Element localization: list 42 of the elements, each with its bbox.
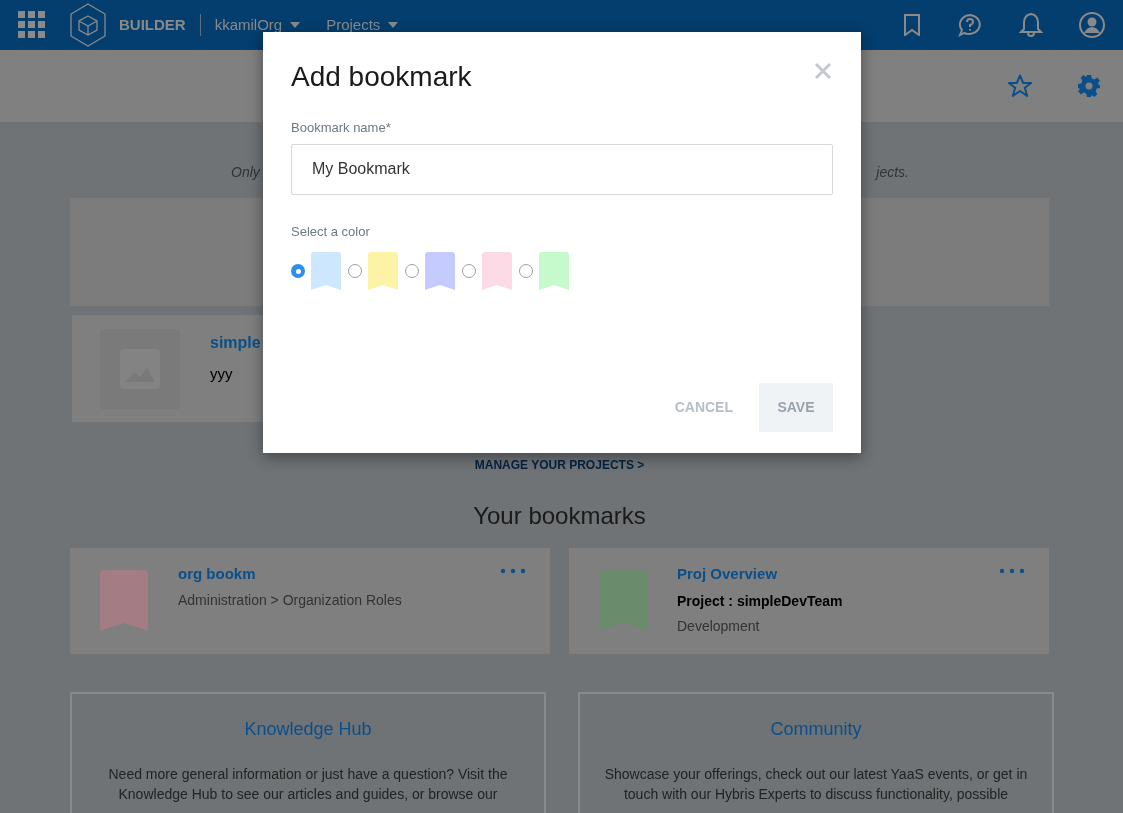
color-radio[interactable] xyxy=(519,264,533,278)
cube-logo-icon xyxy=(70,3,106,47)
color-radio[interactable] xyxy=(348,264,362,278)
color-radio[interactable] xyxy=(462,264,476,278)
bookmark-icon[interactable] xyxy=(903,14,921,36)
apps-grid-icon[interactable] xyxy=(18,11,46,39)
bookmark-detail: Project : simpleDevTeam xyxy=(677,591,844,611)
settings-icon[interactable] xyxy=(1077,74,1101,98)
info-card-text: Need more general information or just have a question? Visit the Knowledge Hub to see our articles and guides, or browse our xyxy=(107,765,509,804)
user-avatar-icon[interactable] xyxy=(1079,12,1105,38)
star-icon[interactable] xyxy=(1007,74,1033,98)
bookmark-title[interactable]: Proj Overview xyxy=(677,563,999,586)
cancel-button[interactable]: CANCEL xyxy=(674,397,733,418)
bookmark-title[interactable]: org bookm xyxy=(178,563,500,586)
project-title[interactable]: simple xyxy=(210,331,261,355)
bookmark-name-field[interactable]: My Bookmark xyxy=(291,143,833,195)
color-radio[interactable] xyxy=(291,264,305,278)
project-description: yyy xyxy=(210,364,234,384)
intro-text: jects. xyxy=(876,163,909,182)
bell-icon[interactable] xyxy=(1019,12,1043,38)
close-icon[interactable] xyxy=(814,62,832,80)
org-menu[interactable]: kkamilOrg xyxy=(214,13,301,37)
caret-icon xyxy=(290,22,301,28)
section-heading: Your bookmarks xyxy=(472,501,647,531)
field-label: Bookmark name* xyxy=(291,119,392,137)
more-icon[interactable] xyxy=(999,568,1025,574)
product-name: BUILDER xyxy=(119,14,186,35)
field-label: Select a color xyxy=(291,222,371,241)
info-card-text: Showcase your offerings, check out our latest YaaS events, or get in touch with our Hybris Experts to discuss functionality, possible xyxy=(603,765,1029,804)
more-icon[interactable] xyxy=(500,568,526,574)
caret-icon xyxy=(388,22,399,28)
manage-projects-link[interactable]: MANAGE YOUR PROJECTS > xyxy=(474,456,645,474)
bookmark-detail: Development xyxy=(677,616,761,636)
dialog-title: Add bookmark xyxy=(291,60,472,94)
bookmark-detail: Administration > Organization Roles xyxy=(178,590,403,610)
help-icon[interactable] xyxy=(957,13,983,37)
save-button[interactable]: SAVE xyxy=(759,383,833,432)
info-card-title[interactable]: Community xyxy=(602,716,1030,743)
intro-text: Only xyxy=(231,163,260,182)
color-radio[interactable] xyxy=(405,264,419,278)
info-card-title[interactable]: Knowledge Hub xyxy=(94,716,522,743)
projects-menu[interactable]: Projects xyxy=(326,13,399,37)
